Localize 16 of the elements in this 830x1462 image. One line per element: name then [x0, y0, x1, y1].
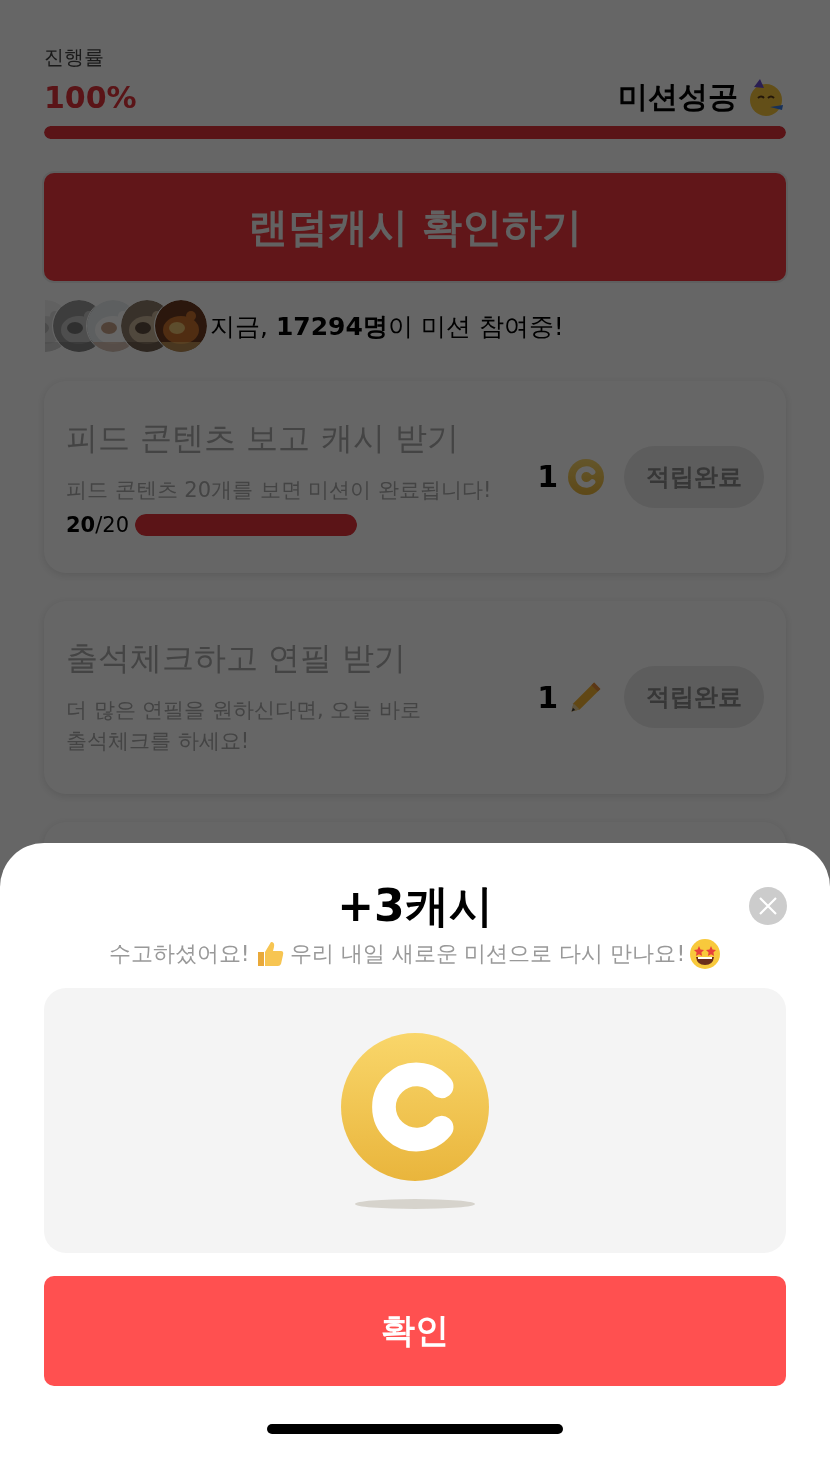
- progress-label: 진행률: [44, 44, 105, 71]
- star-eyes-emoji-icon: [689, 938, 722, 970]
- coin-icon: [568, 458, 604, 495]
- reward-amount: 1: [537, 459, 558, 495]
- dialog-message: 수고하셨어요!: [108, 940, 250, 968]
- dialog-title: +3캐시: [337, 879, 493, 933]
- mission-status: 미션성공: [618, 78, 738, 116]
- confirm-button[interactable]: 확인: [44, 1276, 786, 1386]
- mission-count: 20/20: [66, 512, 130, 537]
- reward-amount: 1: [537, 679, 558, 715]
- progress-percent: 100%: [44, 80, 137, 115]
- random-cash-button[interactable]: 랜덤캐시 확인하기: [44, 173, 786, 281]
- close-icon: [758, 896, 778, 916]
- participants-text: 지금, 17294명이 미션 참여중!: [210, 310, 564, 343]
- dialog-message: 우리 내일 새로운 미션으로 다시 만나요!: [289, 940, 686, 968]
- close-button[interactable]: [749, 887, 787, 925]
